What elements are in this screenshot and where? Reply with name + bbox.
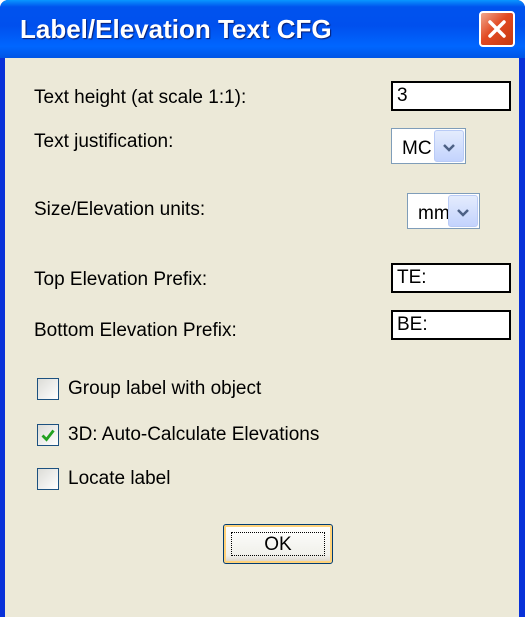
checkmark-icon bbox=[41, 429, 55, 442]
ok-label: OK bbox=[264, 534, 292, 555]
text-justification-value: MC bbox=[402, 138, 432, 159]
top-prefix-label: Top Elevation Prefix: bbox=[34, 269, 208, 290]
units-value: mm bbox=[418, 203, 450, 224]
text-justification-select[interactable]: MC bbox=[391, 128, 466, 164]
close-button[interactable] bbox=[479, 11, 515, 47]
group-label-text: Group label with object bbox=[68, 378, 262, 399]
chevron-down-icon bbox=[457, 209, 469, 217]
title-bar[interactable]: Label/Elevation Text CFG bbox=[0, 0, 525, 58]
units-label: Size/Elevation units: bbox=[34, 199, 206, 220]
auto-calc-checkbox[interactable] bbox=[37, 424, 59, 446]
bottom-prefix-label: Bottom Elevation Prefix: bbox=[34, 320, 237, 341]
text-justification-label: Text justification: bbox=[34, 131, 174, 152]
text-height-input[interactable]: 3 bbox=[391, 81, 511, 111]
top-prefix-input[interactable]: TE: bbox=[391, 263, 511, 293]
locate-label-text: Locate label bbox=[68, 468, 171, 489]
group-label-checkbox[interactable] bbox=[37, 378, 59, 400]
close-x-icon bbox=[488, 20, 506, 38]
units-dropdown-button[interactable] bbox=[448, 195, 478, 227]
bottom-prefix-input[interactable]: BE: bbox=[391, 310, 511, 340]
units-select[interactable]: mm bbox=[407, 193, 480, 229]
chevron-down-icon bbox=[443, 144, 455, 152]
text-justification-dropdown-button[interactable] bbox=[434, 130, 464, 162]
locate-label-checkbox[interactable] bbox=[37, 468, 59, 490]
dialog-body: Text height (at scale 1:1): 3 Text justi… bbox=[5, 58, 519, 617]
window-title: Label/Elevation Text CFG bbox=[20, 14, 332, 44]
text-height-label: Text height (at scale 1:1): bbox=[34, 87, 247, 108]
ok-button[interactable]: OK bbox=[223, 524, 333, 564]
auto-calc-text: 3D: Auto-Calculate Elevations bbox=[68, 424, 320, 445]
dialog-window: Label/Elevation Text CFG Text height (at… bbox=[0, 0, 525, 617]
